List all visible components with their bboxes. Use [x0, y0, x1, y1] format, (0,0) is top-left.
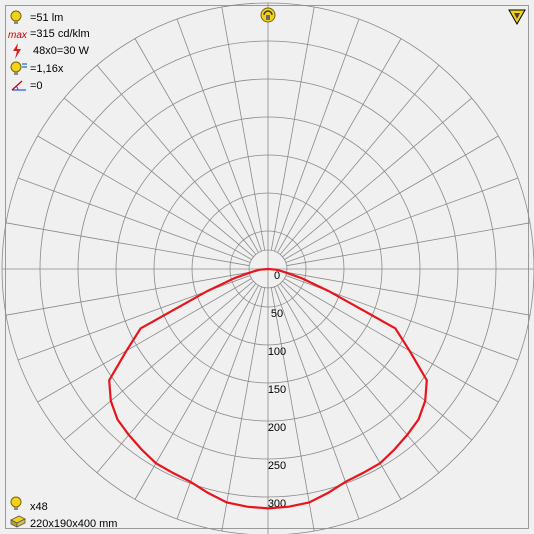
- polar-grid: [1, 2, 534, 534]
- radial-tick-label: 250: [268, 460, 286, 472]
- radial-tick-label: 100: [268, 346, 286, 358]
- luminaire-box-icon: [10, 515, 26, 528]
- svg-text:max: max: [8, 30, 28, 40]
- grid-radial-line: [221, 287, 266, 532]
- grid-radial-line: [63, 280, 254, 441]
- grid-radial-line: [274, 286, 360, 520]
- grid-radial-line: [270, 287, 315, 532]
- grid-radial-line: [279, 64, 440, 255]
- warning-triangle-icon: [508, 9, 526, 25]
- radial-tick-label: 0: [274, 270, 280, 282]
- grid-radial-line: [96, 283, 257, 474]
- grid-radial-line: [274, 18, 360, 252]
- grid-radial-line: [277, 38, 402, 253]
- lamp-orientation-icon: [260, 7, 276, 23]
- grid-radial-line: [284, 135, 499, 260]
- grid-radial-line: [96, 64, 257, 255]
- flux-value: =51 lm: [30, 12, 64, 24]
- grid-radial-line: [17, 177, 251, 263]
- grid-radial-line: [286, 271, 531, 316]
- radial-tick-label: 50: [271, 308, 283, 320]
- grid-radial-line: [279, 283, 440, 474]
- grid-radial-line: [221, 6, 266, 251]
- lamp-icon: [10, 10, 22, 24]
- quantity-value: x48: [30, 501, 48, 513]
- grid-radial-line: [5, 271, 250, 316]
- radial-tick-label: 200: [268, 422, 286, 434]
- grid-radial-line: [277, 285, 402, 500]
- polar-chart: 050100150200250300: [1, 2, 534, 534]
- grid-radial-line: [284, 278, 499, 403]
- grid-radial-line: [134, 38, 259, 253]
- tilt-value: =0: [30, 80, 43, 92]
- grid-radial-line: [282, 280, 473, 441]
- tilt-icon: [11, 80, 26, 91]
- radial-tick-label: 150: [268, 384, 286, 396]
- grid-radial-line: [176, 18, 262, 252]
- grid-radial-line: [63, 97, 254, 258]
- grid-radial-line: [270, 6, 315, 251]
- grid-radial-line: [37, 135, 252, 260]
- dimensions-value: 220x190x400 mm: [30, 518, 118, 530]
- grid-radial-line: [5, 222, 250, 267]
- lamp-quantity-icon: [10, 496, 22, 510]
- power-icon: [13, 43, 21, 59]
- grid-radial-line: [285, 177, 519, 263]
- grid-radial-line: [134, 285, 259, 500]
- grid-radial-line: [286, 222, 531, 267]
- lamp-factor-icon: [10, 61, 27, 75]
- grid-radial-line: [176, 286, 262, 520]
- factor-value: =1,16x: [30, 63, 64, 75]
- power-value: 48x0=30 W: [33, 45, 89, 57]
- grid-radial-line: [282, 97, 473, 258]
- max-icon: max: [8, 30, 28, 40]
- max-intensity-value: =315 cd/klm: [30, 28, 90, 40]
- grid-radial-line: [37, 278, 252, 403]
